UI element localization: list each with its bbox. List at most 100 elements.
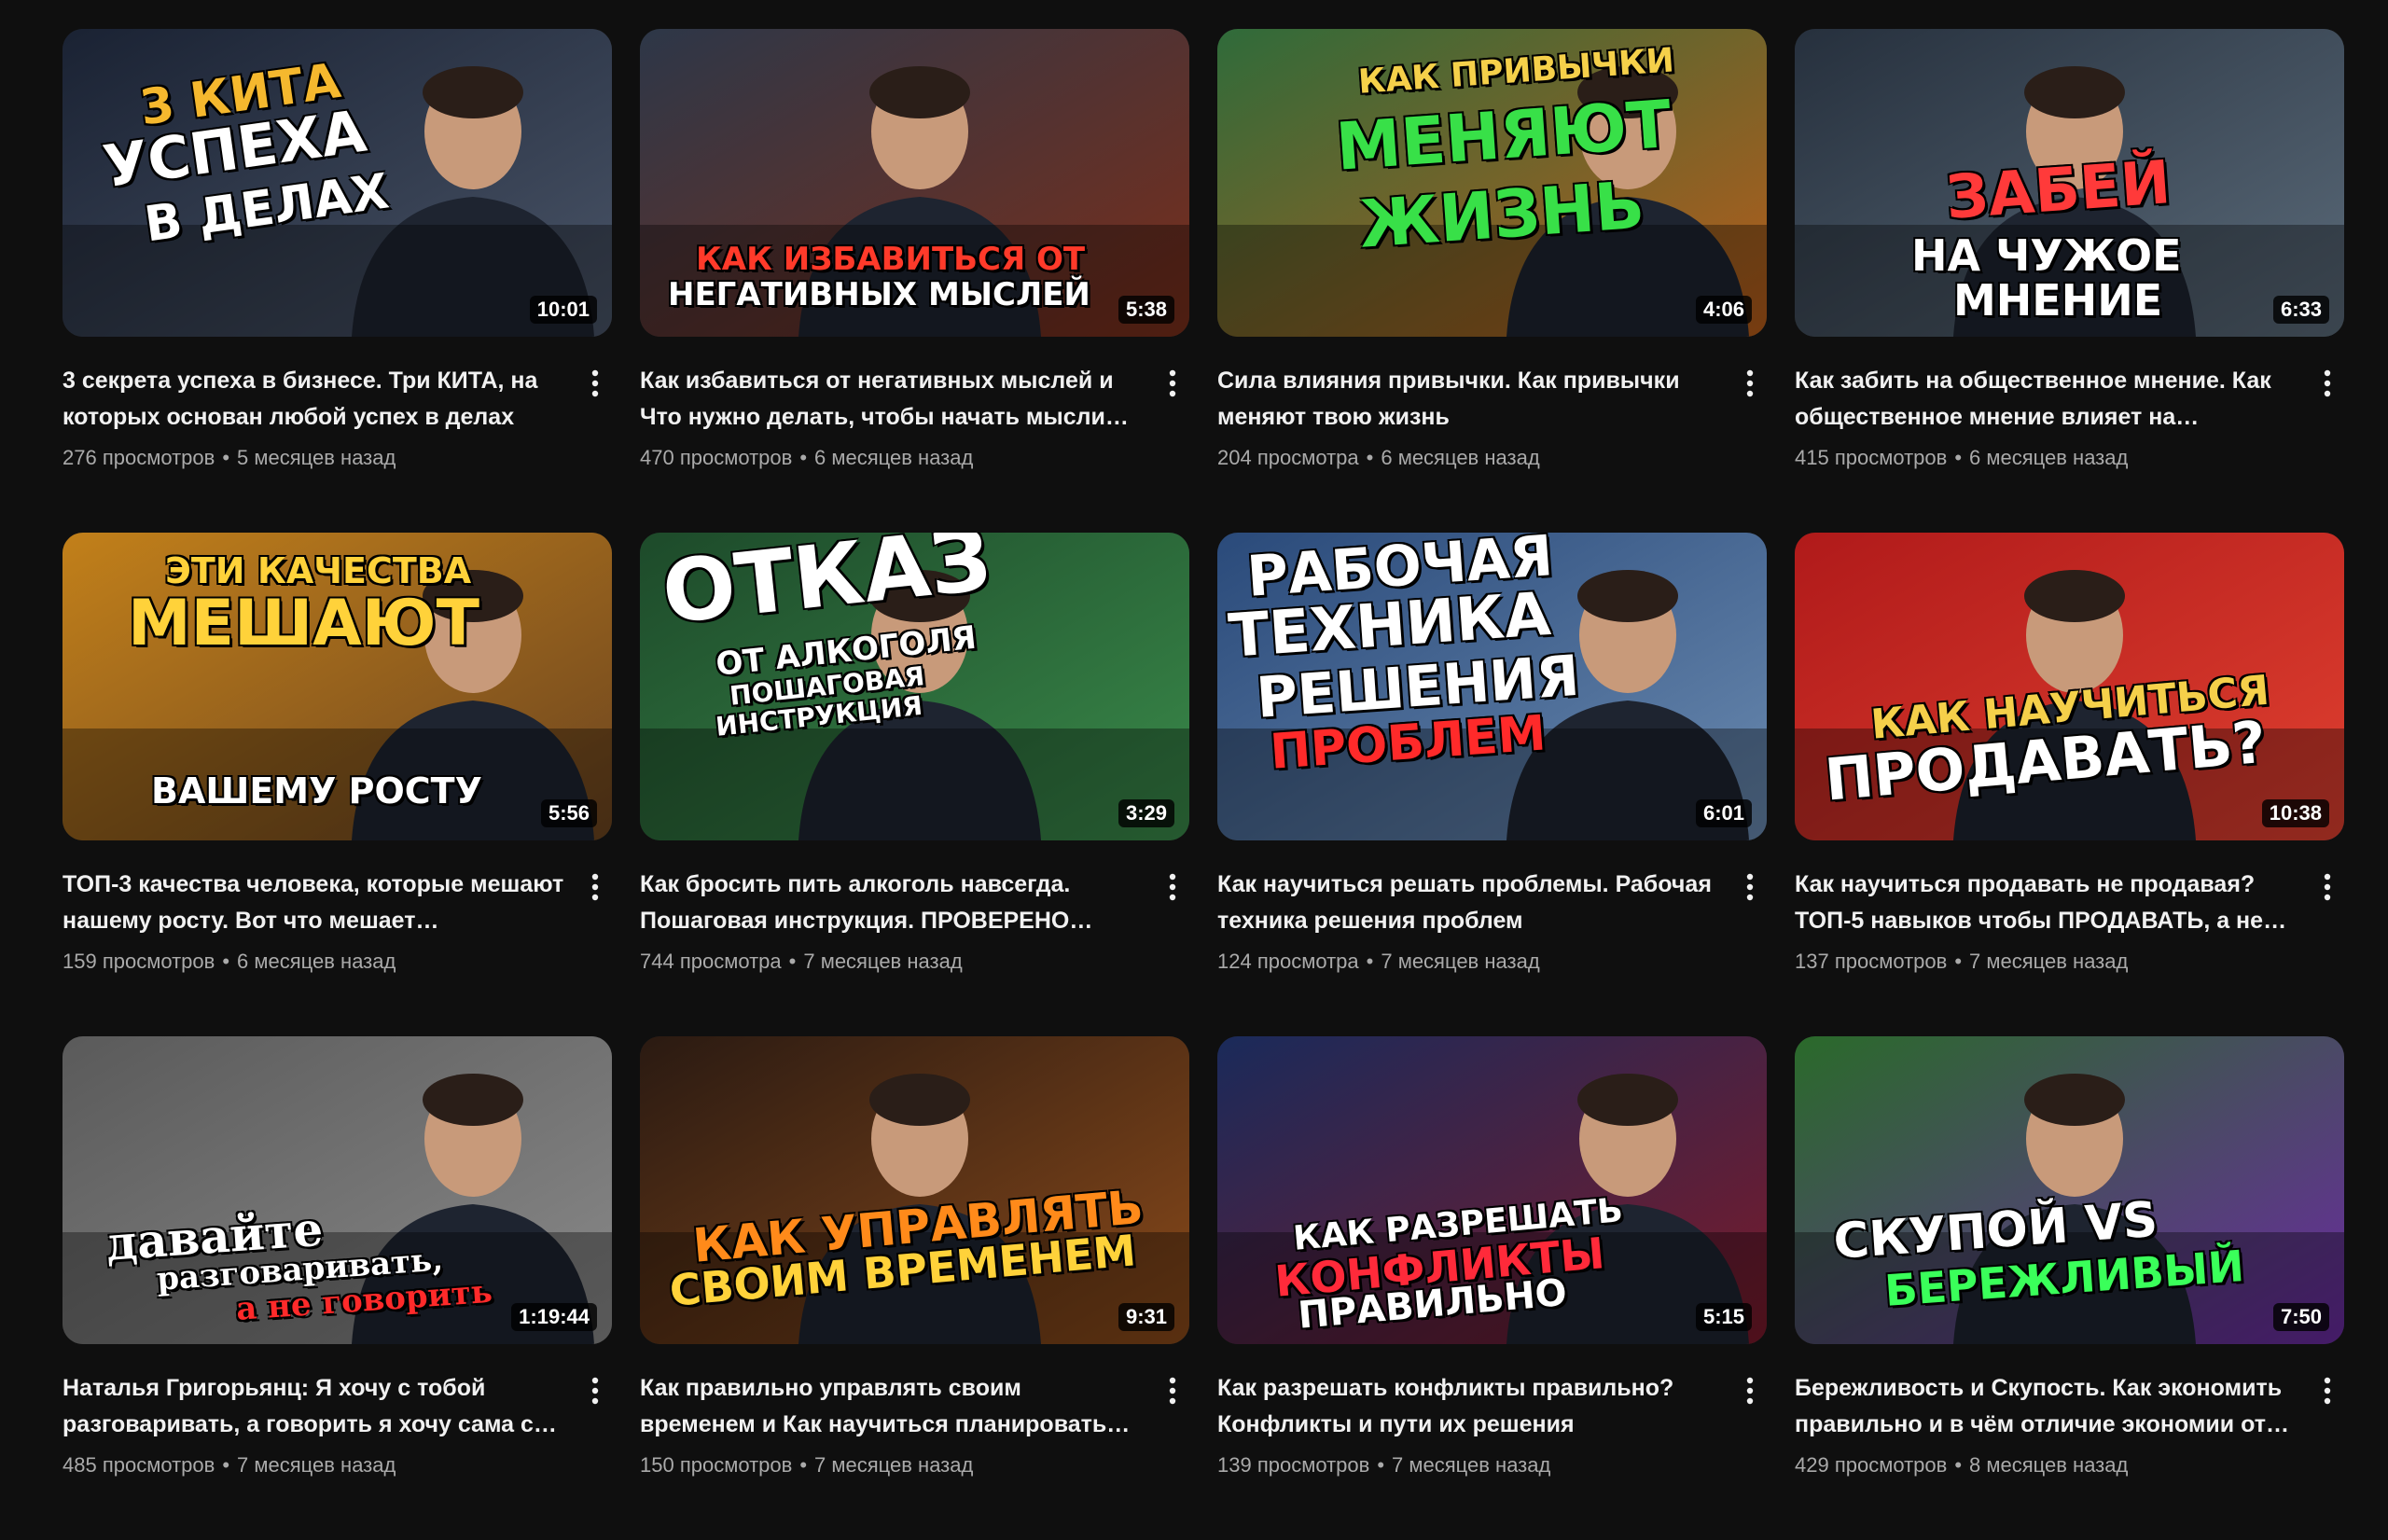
more-actions-button[interactable] xyxy=(1154,868,1191,906)
video-title[interactable]: Как бросить пить алкоголь навсегда. Поша… xyxy=(640,867,1143,939)
video-title[interactable]: 3 секрета успеха в бизнесе. Три КИТА, на… xyxy=(62,363,565,436)
video-title[interactable]: Наталья Григорьянц: Я хочу с тобой разго… xyxy=(62,1370,565,1443)
video-card[interactable]: КАК ИЗБАВИТЬСЯ ОТ НЕГАТИВНЫХ МЫСЛЕЙ 5:38 … xyxy=(640,29,1189,505)
video-grid: 3 КИТА УСПЕХА В ДЕЛАХ 10:01 3 секрета успе… xyxy=(62,29,2344,1540)
video-stats: 276 просмотров • 5 месяцев назад xyxy=(62,444,565,472)
more-vertical-icon xyxy=(1169,873,1176,901)
video-card[interactable]: РАБОЧАЯ ТЕХНИКА РЕШЕНИЯ ПРОБЛЕМ 6:01 Как на… xyxy=(1217,533,1767,1008)
video-details: Как научиться продавать не продавая? ТОП… xyxy=(1795,867,2344,976)
upload-age: 7 месяцев назад xyxy=(1969,950,2129,973)
video-details: Как разрешать конфликты правильно? Конфл… xyxy=(1217,1370,1767,1479)
video-title[interactable]: ТОП-3 качества человека, которые мешают … xyxy=(62,867,565,939)
video-card[interactable]: ОТКАЗ ОТ АЛКОГОЛЯ ПОШАГОВАЯ ИНСТРУКЦИЯ 3:29… xyxy=(640,533,1189,1008)
video-title[interactable]: Как разрешать конфликты правильно? Конфл… xyxy=(1217,1370,1720,1443)
video-title[interactable]: Как забить на общественное мнение. Как о… xyxy=(1795,363,2298,436)
thumbnail-caption-line: НА ЧУЖОЕ xyxy=(1911,230,2182,281)
more-actions-button[interactable] xyxy=(1154,365,1191,402)
view-count: 204 просмотра xyxy=(1217,446,1359,469)
video-thumbnail[interactable]: ОТКАЗ ОТ АЛКОГОЛЯ ПОШАГОВАЯ ИНСТРУКЦИЯ 3:29 xyxy=(640,533,1189,840)
video-thumbnail[interactable]: давайте разговаривать, а не говорить 1:19:… xyxy=(62,1036,612,1344)
video-title[interactable]: Сила влияния привычки. Как привычки меня… xyxy=(1217,363,1720,436)
separator-dot: • xyxy=(222,950,230,973)
separator-dot: • xyxy=(1954,950,1963,973)
video-thumbnail[interactable]: РАБОЧАЯ ТЕХНИКА РЕШЕНИЯ ПРОБЛЕМ 6:01 xyxy=(1217,533,1767,840)
more-actions-button[interactable] xyxy=(576,365,614,402)
separator-dot: • xyxy=(1954,446,1963,469)
video-duration: 10:01 xyxy=(529,296,597,324)
separator-dot: • xyxy=(788,950,797,973)
upload-age: 6 месяцев назад xyxy=(1381,446,1540,469)
video-card[interactable]: давайте разговаривать, а не говорить 1:19:… xyxy=(62,1036,612,1512)
video-thumbnail[interactable]: ЭТИ КАЧЕСТВА МЕШАЮТ ВАШЕМУ РОСТУ 5:56 xyxy=(62,533,612,840)
video-card[interactable]: ЗАБЕЙ НА ЧУЖОЕ МНЕНИЕ 6:33 Как забить на о… xyxy=(1795,29,2344,505)
video-thumbnail[interactable]: КАК ИЗБАВИТЬСЯ ОТ НЕГАТИВНЫХ МЫСЛЕЙ 5:38 xyxy=(640,29,1189,337)
video-title[interactable]: Как научиться продавать не продавая? ТОП… xyxy=(1795,867,2298,939)
separator-dot: • xyxy=(1954,1453,1963,1477)
video-title[interactable]: Как научиться решать проблемы. Рабочая т… xyxy=(1217,867,1720,939)
video-card[interactable]: КАК РАЗРЕШАТЬ КОНФЛИКТЫ ПРАВИЛЬНО 5:15 Как… xyxy=(1217,1036,1767,1512)
more-actions-button[interactable] xyxy=(576,868,614,906)
video-stats: 124 просмотра • 7 месяцев назад xyxy=(1217,948,1720,976)
video-stats: 415 просмотров • 6 месяцев назад xyxy=(1795,444,2298,472)
video-title[interactable]: Как правильно управлять своим временем и… xyxy=(640,1370,1143,1443)
upload-age: 8 месяцев назад xyxy=(1969,1453,2129,1477)
upload-age: 6 месяцев назад xyxy=(237,950,396,973)
video-card[interactable]: СКУПОЙ VS БЕРЕЖЛИВЫЙ 7:50 Бережливость и … xyxy=(1795,1036,2344,1512)
video-thumbnail[interactable]: КАК РАЗРЕШАТЬ КОНФЛИКТЫ ПРАВИЛЬНО 5:15 xyxy=(1217,1036,1767,1344)
video-stats: 150 просмотров • 7 месяцев назад xyxy=(640,1451,1143,1479)
thumbnail-caption-line: ЭТИ КАЧЕСТВА xyxy=(165,550,472,591)
video-title[interactable]: Как избавиться от негативных мыслей и Чт… xyxy=(640,363,1143,436)
video-duration: 5:38 xyxy=(1118,296,1174,324)
view-count: 485 просмотров xyxy=(62,1453,215,1477)
more-actions-button[interactable] xyxy=(2309,365,2346,402)
more-actions-button[interactable] xyxy=(1154,1372,1191,1409)
thumbnail-caption-line: КАК ИЗБАВИТЬСЯ ОТ xyxy=(696,241,1086,278)
more-vertical-icon xyxy=(1746,1377,1754,1405)
thumbnail-caption-line: ВАШЕМУ РОСТУ xyxy=(151,770,482,812)
video-title[interactable]: Бережливость и Скупость. Как экономить п… xyxy=(1795,1370,2298,1443)
video-card[interactable]: КАК УПРАВЛЯТЬ СВОИМ ВРЕМЕНЕМ 9:31 Как пра… xyxy=(640,1036,1189,1512)
more-actions-button[interactable] xyxy=(2309,1372,2346,1409)
video-thumbnail[interactable]: 3 КИТА УСПЕХА В ДЕЛАХ 10:01 xyxy=(62,29,612,337)
more-vertical-icon xyxy=(2324,369,2331,397)
more-vertical-icon xyxy=(2324,1377,2331,1405)
more-actions-button[interactable] xyxy=(576,1372,614,1409)
more-vertical-icon xyxy=(1169,369,1176,397)
more-actions-button[interactable] xyxy=(1731,1372,1769,1409)
video-duration: 1:19:44 xyxy=(511,1303,597,1331)
more-vertical-icon xyxy=(1746,369,1754,397)
thumbnail-caption-line: МНЕНИЕ xyxy=(1953,275,2163,326)
more-actions-button[interactable] xyxy=(1731,365,1769,402)
upload-age: 7 месяцев назад xyxy=(803,950,963,973)
upload-age: 6 месяцев назад xyxy=(814,446,974,469)
video-card[interactable]: ЭТИ КАЧЕСТВА МЕШАЮТ ВАШЕМУ РОСТУ 5:56 ТОП-… xyxy=(62,533,612,1008)
video-stats: 470 просмотров • 6 месяцев назад xyxy=(640,444,1143,472)
video-duration: 9:31 xyxy=(1118,1303,1174,1331)
video-duration: 10:38 xyxy=(2261,799,2329,827)
video-duration: 6:01 xyxy=(1695,799,1752,827)
video-card[interactable]: КАК ПРИВЫЧКИ МЕНЯЮТ ЖИЗНЬ 4:06 Сила влияни… xyxy=(1217,29,1767,505)
video-thumbnail[interactable]: ЗАБЕЙ НА ЧУЖОЕ МНЕНИЕ 6:33 xyxy=(1795,29,2344,337)
video-card[interactable]: КАК НАУЧИТЬСЯ ПРОДАВАТЬ? 10:38 Как научит… xyxy=(1795,533,2344,1008)
video-card[interactable]: 3 КИТА УСПЕХА В ДЕЛАХ 10:01 3 секрета успе… xyxy=(62,29,612,505)
separator-dot: • xyxy=(222,1453,230,1477)
video-thumbnail[interactable]: СКУПОЙ VS БЕРЕЖЛИВЫЙ 7:50 xyxy=(1795,1036,2344,1344)
video-details: Наталья Григорьянц: Я хочу с тобой разго… xyxy=(62,1370,612,1479)
more-actions-button[interactable] xyxy=(1731,868,1769,906)
video-thumbnail[interactable]: КАК ПРИВЫЧКИ МЕНЯЮТ ЖИЗНЬ 4:06 xyxy=(1217,29,1767,337)
video-stats: 159 просмотров • 6 месяцев назад xyxy=(62,948,565,976)
video-thumbnail[interactable]: КАК УПРАВЛЯТЬ СВОИМ ВРЕМЕНЕМ 9:31 xyxy=(640,1036,1189,1344)
upload-age: 5 месяцев назад xyxy=(237,446,396,469)
video-duration: 4:06 xyxy=(1695,296,1752,324)
video-details: Как бросить пить алкоголь навсегда. Поша… xyxy=(640,867,1189,976)
thumbnail-caption-line: ЖИЗНЬ xyxy=(1356,166,1647,263)
video-stats: 139 просмотров • 7 месяцев назад xyxy=(1217,1451,1720,1479)
video-duration: 5:15 xyxy=(1695,1303,1752,1331)
upload-age: 7 месяцев назад xyxy=(1392,1453,1551,1477)
video-thumbnail[interactable]: КАК НАУЧИТЬСЯ ПРОДАВАТЬ? 10:38 xyxy=(1795,533,2344,840)
more-actions-button[interactable] xyxy=(2309,868,2346,906)
view-count: 429 просмотров xyxy=(1795,1453,1948,1477)
thumbnail-caption-line: МЕШАЮТ xyxy=(128,587,479,660)
more-vertical-icon xyxy=(2324,873,2331,901)
more-vertical-icon xyxy=(1169,1377,1176,1405)
